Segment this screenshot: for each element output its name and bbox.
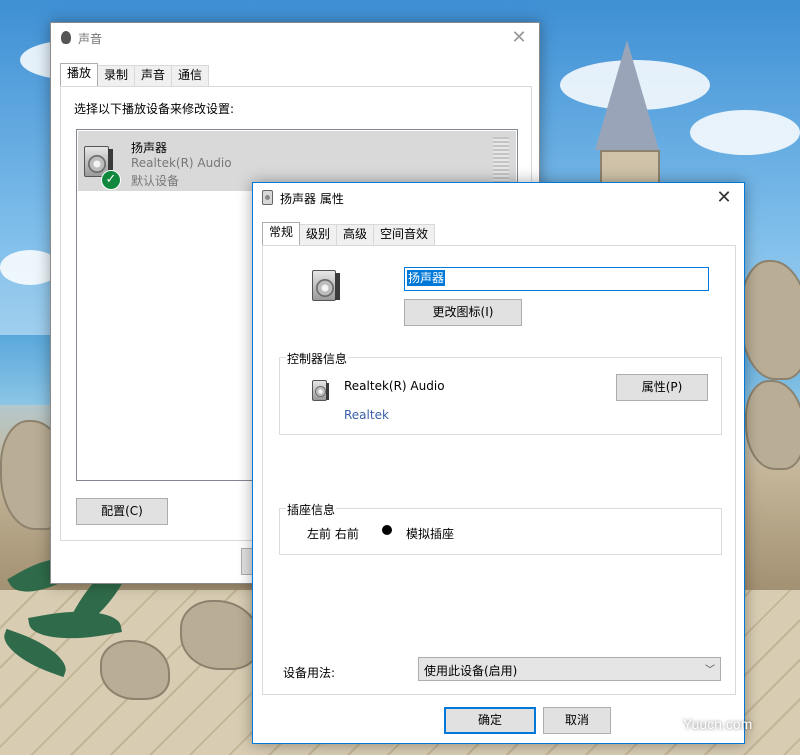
jack-info-title: 插座信息 <box>286 501 337 518</box>
general-panel: 扬声器 更改图标(I) 控制器信息 Realtek(R) Audio Realt… <box>262 245 736 695</box>
tab-spatial-sound[interactable]: 空间音效 <box>373 224 436 245</box>
device-name-input[interactable]: 扬声器 <box>404 267 709 291</box>
sound-dialog-titlebar[interactable]: 声音 ✕ <box>51 23 539 53</box>
controller-info-group: 控制器信息 Realtek(R) Audio Realtek 属性(P) <box>279 350 722 435</box>
default-check-icon: ✓ <box>101 170 121 190</box>
change-icon-button[interactable]: 更改图标(I) <box>404 299 522 326</box>
chevron-down-icon: ﹀ <box>705 665 715 676</box>
tab-levels[interactable]: 级别 <box>299 224 338 245</box>
jack-position: 左前 右前 <box>307 527 359 541</box>
jack-type: 模拟插座 <box>406 527 455 541</box>
controller-name: Realtek(R) Audio <box>344 379 445 393</box>
properties-dialog-titlebar[interactable]: 扬声器 属性 ✕ <box>253 183 744 213</box>
device-name-input-text: 扬声器 <box>407 270 446 286</box>
controller-info-title: 控制器信息 <box>286 350 349 367</box>
speaker-properties-dialog: 扬声器 属性 ✕ 常规 级别 高级 空间音效 扬声器 更改图标(I) 控制器信息… <box>252 182 745 744</box>
tab-sounds[interactable]: 声音 <box>134 65 173 86</box>
controller-speaker-icon <box>312 380 329 401</box>
cloud <box>690 110 800 155</box>
jack-info-group: 插座信息 左前 右前 模拟插座 <box>279 501 722 555</box>
device-driver: Realtek(R) Audio <box>131 156 232 170</box>
controller-properties-button[interactable]: 属性(P) <box>616 374 708 401</box>
speaker-icon <box>262 190 273 205</box>
sound-dialog-title: 声音 <box>78 32 103 46</box>
ok-button[interactable]: 确定 <box>444 707 536 734</box>
configure-button[interactable]: 配置(C) <box>76 498 168 525</box>
close-icon[interactable]: ✕ <box>499 23 539 53</box>
speaker-icon <box>61 31 71 44</box>
controller-vendor-link[interactable]: Realtek <box>344 408 389 422</box>
device-usage-label: 设备用法: <box>283 666 336 680</box>
device-usage-value: 使用此设备(启用) <box>424 664 518 678</box>
volume-level-meter <box>493 137 509 185</box>
device-status: 默认设备 <box>131 174 180 188</box>
cancel-button[interactable]: 取消 <box>543 707 611 734</box>
instruction-text: 选择以下播放设备来修改设置: <box>74 102 235 116</box>
tower-roof <box>595 40 659 150</box>
watermark: Yuucn.com <box>683 716 753 732</box>
device-name: 扬声器 <box>131 141 168 155</box>
tab-communications[interactable]: 通信 <box>171 65 210 86</box>
tab-advanced[interactable]: 高级 <box>336 224 375 245</box>
tab-recording[interactable]: 录制 <box>97 65 136 86</box>
speaker-large-icon <box>312 270 340 301</box>
properties-dialog-title: 扬声器 属性 <box>280 192 344 206</box>
jack-color-dot-icon <box>382 525 392 535</box>
tab-playback[interactable]: 播放 <box>60 63 99 86</box>
close-icon[interactable]: ✕ <box>704 183 744 213</box>
rock <box>745 380 800 470</box>
device-usage-select[interactable]: 使用此设备(启用) ﹀ <box>418 657 721 681</box>
tab-general[interactable]: 常规 <box>262 222 301 245</box>
